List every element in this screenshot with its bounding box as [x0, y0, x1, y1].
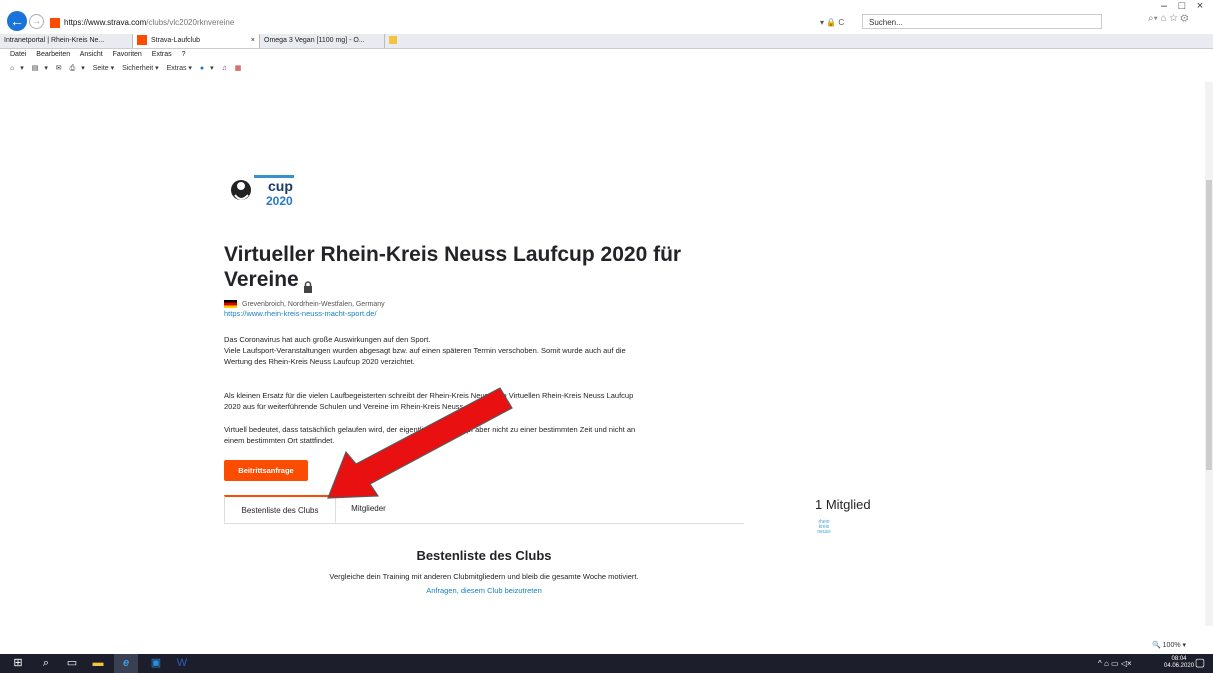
menu-datei[interactable]: Datei	[10, 51, 26, 58]
security-menu[interactable]: Sicherheit ▾	[122, 65, 159, 72]
help-dropdown[interactable]: ▾	[210, 65, 214, 72]
member-avatar[interactable]: rhein kreis neuss	[813, 520, 835, 538]
menu-extras[interactable]: Extras	[152, 51, 172, 58]
command-bar: ⌂ ▾ ▤ ▾ ✉ ⎙ ▾ Seite ▾ Sicherheit ▾ Extras ▾…	[0, 62, 247, 76]
strava-favicon-icon	[137, 35, 147, 46]
feeds-dropdown[interactable]: ▾	[44, 65, 48, 72]
request-join-link[interactable]: Anfragen, diesem Club beizutreten	[224, 586, 744, 595]
window-controls: – □ ×	[1155, 0, 1209, 12]
menu-bar: Datei Bearbeiten Ansicht Favoriten Extra…	[0, 49, 193, 61]
club-location: Grevenbroich, Nordrhein-Westfalen, Germa…	[224, 300, 385, 308]
outlook-icon[interactable]: ▣	[146, 654, 166, 673]
logo-year-text: 2020	[266, 194, 293, 208]
clock[interactable]: 08:04 04.06.2020	[1164, 656, 1194, 670]
system-tray[interactable]: ^ ⌂ ▭ ◁×	[1098, 654, 1132, 673]
toolbar-icons[interactable]: ⌕▾ ⌂ ☆ ⚙	[1148, 13, 1188, 24]
home-dropdown[interactable]: ▾	[20, 65, 24, 72]
club-description-1: Das Coronavirus hat auch große Auswirkun…	[224, 334, 754, 367]
close-window-button[interactable]: ×	[1191, 0, 1209, 12]
url-host: https://www.strava.com	[64, 18, 147, 27]
addon-icon[interactable]: ♫	[222, 65, 227, 72]
print-icon[interactable]: ⎙	[70, 65, 76, 72]
menu-ansicht[interactable]: Ansicht	[80, 51, 103, 58]
club-title-text: Virtueller Rhein-Kreis Neuss Laufcup 202…	[224, 243, 682, 291]
scrollbar-thumb[interactable]	[1206, 180, 1212, 470]
internet-explorer-icon[interactable]: e	[114, 654, 138, 673]
germany-flag-icon	[224, 300, 237, 308]
back-button[interactable]: ←	[7, 11, 27, 31]
browser-tab-strava[interactable]: Strava-Laufclub ×	[133, 34, 260, 48]
club-title: Virtueller Rhein-Kreis Neuss Laufcup 202…	[224, 242, 724, 294]
maximize-button[interactable]: □	[1173, 0, 1191, 12]
strava-favicon-icon	[50, 17, 60, 28]
windows-start-icon[interactable]: ⊞	[8, 654, 28, 673]
browser-tab-strip: Intranetportal | Rhein-Kreis Ne... Strav…	[0, 34, 1213, 49]
search-icon[interactable]: ⌕	[36, 654, 56, 673]
home-icon[interactable]: ⌂	[10, 65, 14, 72]
file-explorer-icon[interactable]: ▬	[88, 654, 108, 673]
mail-icon[interactable]: ✉	[56, 65, 62, 72]
word-icon[interactable]: W	[172, 654, 192, 673]
club-logo: cup 2020	[228, 173, 308, 209]
feeds-icon[interactable]: ▤	[32, 65, 39, 72]
members-count: 1 Mitglied	[815, 497, 871, 512]
minimize-button[interactable]: –	[1155, 0, 1173, 12]
clock-date: 04.06.2020	[1164, 663, 1195, 669]
search-input[interactable]: Suchen...	[862, 14, 1102, 29]
menu-bearbeiten[interactable]: Bearbeiten	[36, 51, 70, 58]
red-arrow-annotation	[327, 387, 513, 499]
menu-help[interactable]: ?	[182, 51, 186, 58]
taskbar: ⊞ ⌕ ▭ ▬ e ▣ W ^ ⌂ ▭ ◁× 08:04 04.06.2020 ▢	[0, 654, 1213, 673]
notification-icon[interactable]: ▢	[1192, 654, 1208, 673]
lock-icon	[303, 274, 313, 294]
browser-tab-omega[interactable]: Omega 3 Vegan [1100 mg] - O...	[260, 34, 385, 48]
url-path: /clubs/vlc2020rknvereine	[146, 18, 235, 27]
page-menu[interactable]: Seite ▾	[93, 65, 114, 72]
desc-line: Das Coronavirus hat auch große Auswirkun…	[224, 335, 431, 344]
browser-tab-intranet[interactable]: Intranetportal | Rhein-Kreis Ne...	[0, 34, 133, 48]
clock-time: 08:04	[1171, 656, 1187, 662]
menu-favoriten[interactable]: Favoriten	[113, 51, 142, 58]
desc-line: Viele Laufsport-Veranstaltungen wurden a…	[224, 346, 626, 355]
task-view-icon[interactable]: ▭	[62, 654, 82, 673]
extras-menu[interactable]: Extras ▾	[167, 65, 192, 72]
help-icon[interactable]: ●	[200, 65, 204, 72]
addon-icon-2[interactable]: ▦	[235, 65, 242, 72]
url-field[interactable]: https://www.strava.com/clubs/vlc2020rknv…	[50, 15, 860, 30]
logo-cup-text: cup	[268, 178, 293, 194]
forward-button[interactable]: →	[29, 14, 44, 29]
zoom-level[interactable]: 🔍 100% ▾	[1152, 641, 1186, 649]
join-request-button[interactable]: Beitrittsanfrage	[224, 460, 308, 481]
desc-line: Wertung des Rhein-Kreis Neuss Laufcup 20…	[224, 357, 415, 366]
close-tab-icon[interactable]: ×	[251, 34, 255, 48]
print-dropdown[interactable]: ▾	[81, 65, 85, 72]
new-tab-button[interactable]	[385, 34, 399, 48]
leaderboard-description: Vergleiche dein Training mit anderen Clu…	[329, 572, 639, 581]
location-text: Grevenbroich, Nordrhein-Westfalen, Germa…	[242, 300, 385, 308]
address-tools[interactable]: ▾ 🔒 C	[820, 15, 844, 30]
club-website-link[interactable]: https://www.rhein-kreis-neuss-macht-spor…	[224, 309, 377, 318]
leaderboard-title: Bestenliste des Clubs	[416, 548, 552, 563]
